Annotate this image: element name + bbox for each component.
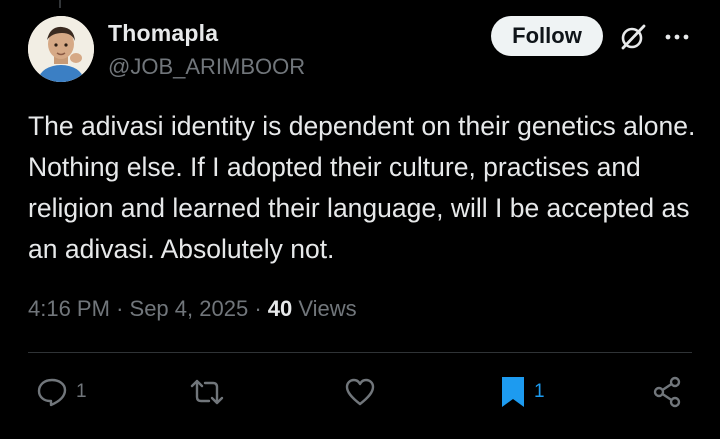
- tweet-meta: 4:16 PM · Sep 4, 2025 · 40 Views: [28, 296, 357, 322]
- retweet-button[interactable]: [189, 374, 225, 410]
- tweet-date[interactable]: Sep 4, 2025: [130, 296, 249, 321]
- share-button[interactable]: [652, 374, 682, 410]
- follow-button[interactable]: Follow: [491, 16, 603, 56]
- username-handle[interactable]: @JOB_ARIMBOOR: [108, 54, 305, 80]
- views-label: Views: [298, 296, 357, 321]
- like-icon: [345, 378, 375, 406]
- tweet-detail: Thomapla @JOB_ARIMBOOR Follow The adivas…: [0, 0, 720, 439]
- reply-button[interactable]: 1: [36, 374, 87, 410]
- tweet-text: The adivasi identity is dependent on the…: [28, 111, 696, 264]
- bookmark-icon: [502, 377, 524, 407]
- bookmark-count: 1: [534, 381, 545, 402]
- divider: [28, 352, 692, 353]
- reply-count: 1: [76, 381, 87, 402]
- avatar[interactable]: [28, 16, 94, 82]
- display-name[interactable]: Thomapla: [108, 20, 218, 47]
- thread-line: [59, 0, 61, 8]
- bookmark-button[interactable]: 1: [500, 374, 545, 410]
- tweet-time[interactable]: 4:16 PM: [28, 296, 110, 321]
- meta-separator: ·: [116, 296, 130, 321]
- like-button[interactable]: [344, 374, 376, 410]
- retweet-icon: [190, 379, 224, 405]
- meta-separator: ·: [254, 296, 268, 321]
- grok-icon[interactable]: [618, 22, 648, 52]
- reply-icon: [37, 378, 67, 407]
- more-options-icon[interactable]: [664, 26, 690, 48]
- share-icon: [653, 376, 681, 408]
- avatar-image: [28, 16, 94, 82]
- views-count: 40: [267, 296, 299, 321]
